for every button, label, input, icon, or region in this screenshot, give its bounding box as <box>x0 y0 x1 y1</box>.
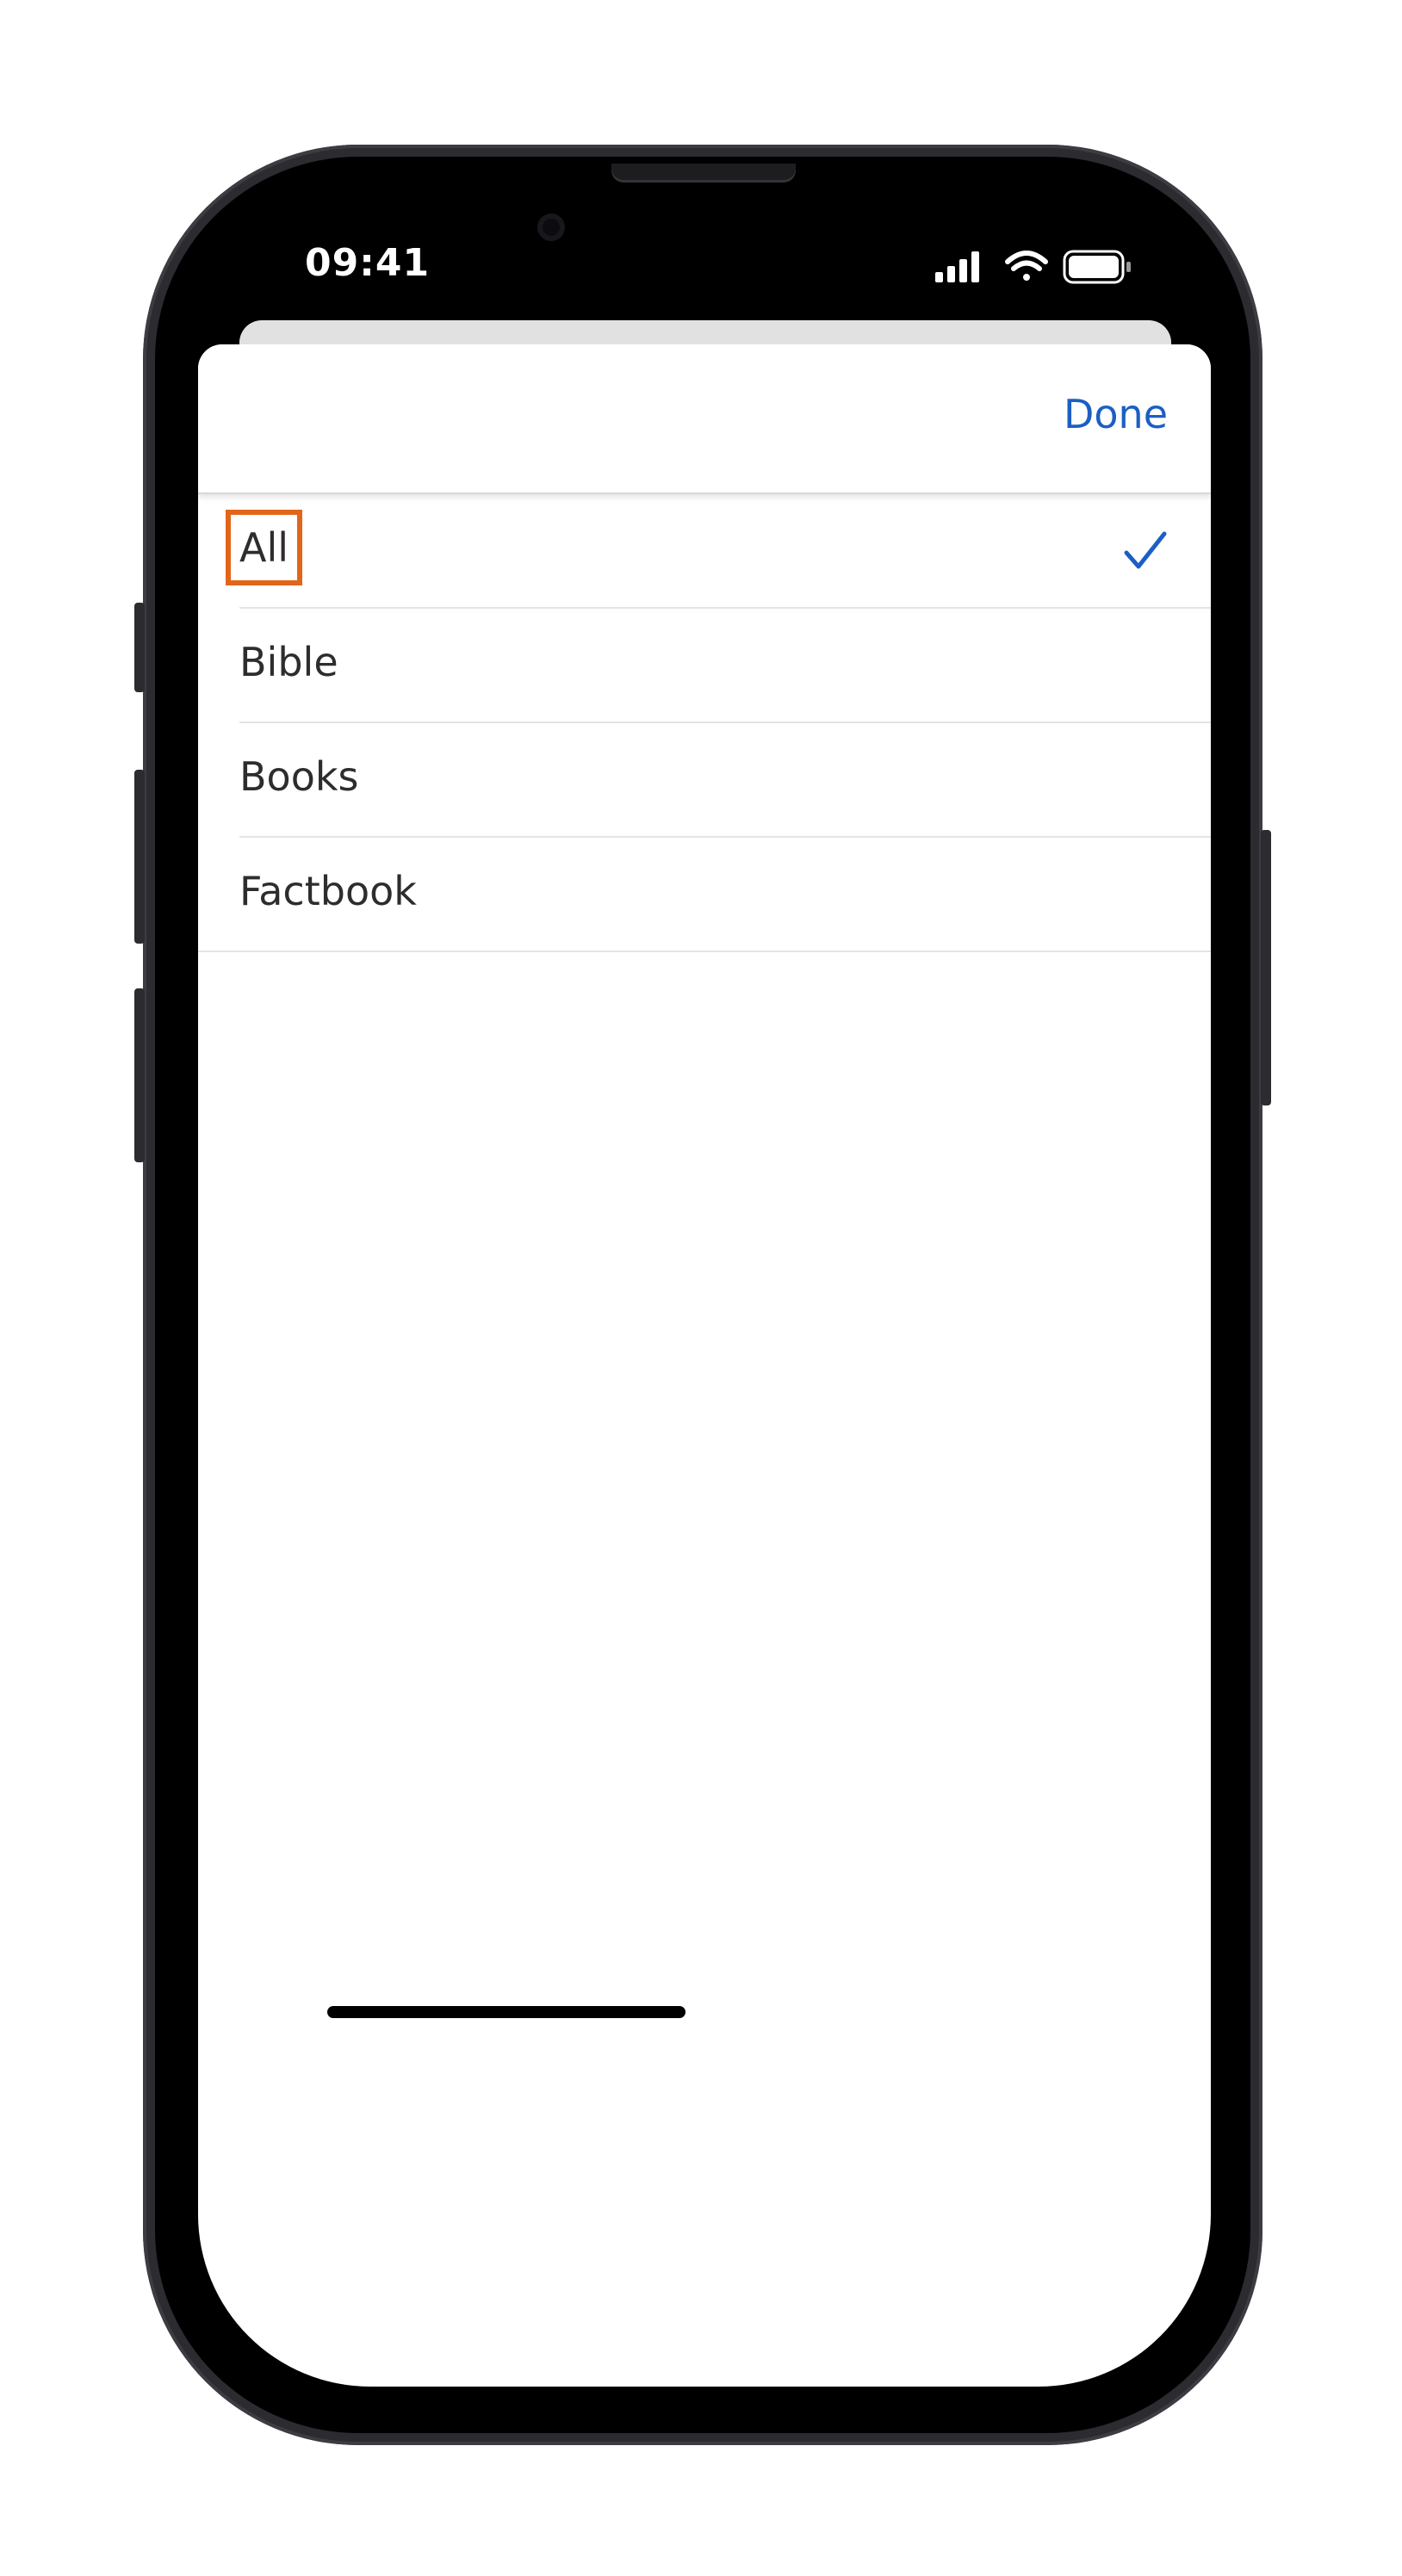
option-label: Factbook <box>239 868 417 914</box>
checkmark-icon <box>1124 531 1167 569</box>
front-camera <box>537 214 565 241</box>
option-label: Bible <box>239 639 338 685</box>
option-all[interactable]: All <box>225 494 1211 609</box>
option-books[interactable]: Books <box>239 723 1211 838</box>
power-button <box>1261 830 1271 1105</box>
cellular-signal-icon <box>935 251 979 282</box>
status-time: 09:41 <box>305 241 431 285</box>
done-button[interactable]: Done <box>1064 391 1168 437</box>
option-factbook[interactable]: Factbook <box>198 838 1211 952</box>
silent-switch <box>134 603 145 692</box>
option-bible[interactable]: Bible <box>239 609 1211 723</box>
volume-down-button <box>134 988 145 1162</box>
speaker-grille <box>611 164 796 183</box>
option-list: All Bible Books Factbook <box>198 494 1211 952</box>
filter-sheet: Done All Bible Books Factbook <box>198 344 1211 2387</box>
volume-up-button <box>134 770 145 944</box>
wifi-icon <box>1005 251 1048 281</box>
battery-icon <box>1063 250 1131 284</box>
sheet-header: Done <box>198 344 1211 494</box>
option-label: Books <box>239 753 359 800</box>
option-label: All <box>225 510 303 585</box>
status-icons <box>934 246 1140 288</box>
home-indicator[interactable] <box>327 2006 685 2018</box>
